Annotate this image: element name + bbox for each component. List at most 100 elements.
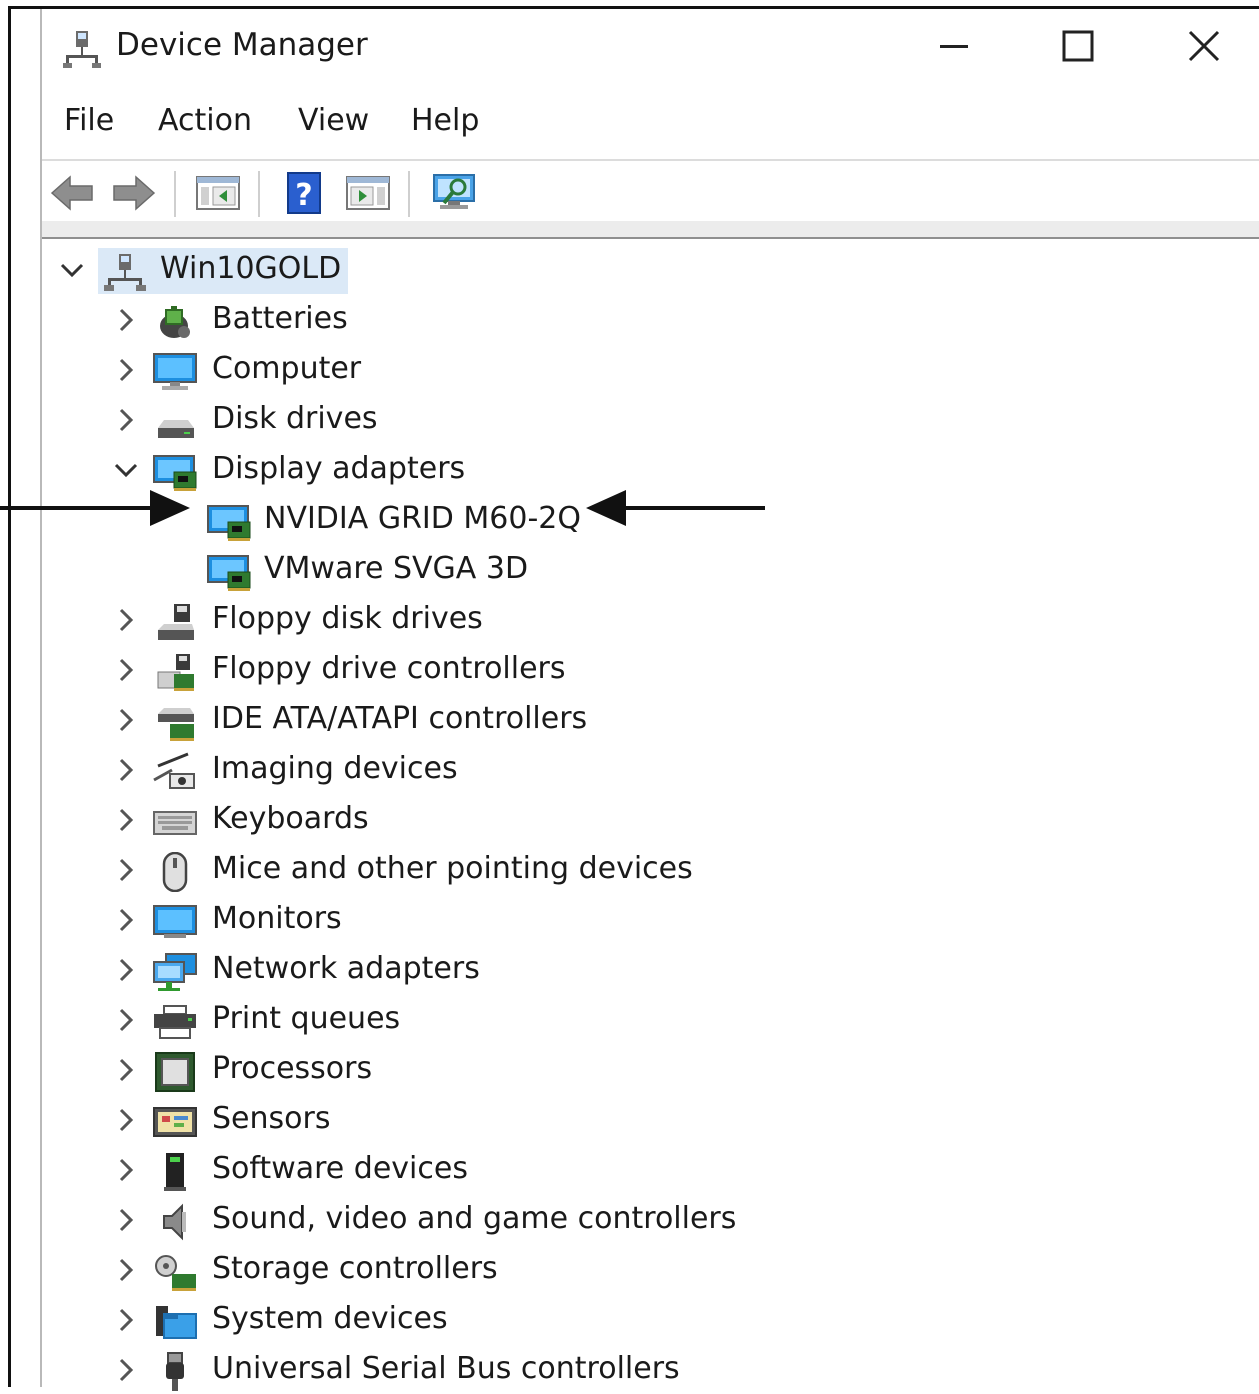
svg-text:?: ?: [295, 178, 312, 213]
tree-item-sound-video-game[interactable]: Sound, video and game controllers: [42, 1196, 1259, 1244]
toolbar-separator: [174, 171, 176, 217]
tree-item-label: Universal Serial Bus controllers: [212, 1351, 680, 1386]
tree-device-label: VMware SVGA 3D: [264, 551, 529, 586]
system-folder-icon: [156, 1306, 197, 1339]
chevron-right-icon[interactable]: [110, 304, 142, 336]
arrow-pointing-left-icon: [586, 490, 765, 526]
display-adapter-icon: [207, 555, 251, 591]
tree-item-processors[interactable]: Processors: [42, 1046, 1259, 1094]
tree-item-ide-controllers[interactable]: IDE ATA/ATAPI controllers: [42, 696, 1259, 744]
processor-icon: [155, 1052, 195, 1092]
tree-item-network-adapters[interactable]: Network adapters: [42, 946, 1259, 994]
show-hide-console-tree-button[interactable]: [194, 169, 242, 217]
tree-item-disk-drives[interactable]: Disk drives: [42, 396, 1259, 444]
menu-file[interactable]: File: [62, 101, 116, 141]
scan-hardware-changes-icon: [433, 174, 475, 209]
monitor-icon: [153, 905, 197, 938]
maximize-icon: [1062, 30, 1094, 62]
minimize-button[interactable]: [924, 21, 984, 71]
chevron-right-icon[interactable]: [110, 354, 142, 386]
tree-item-floppy-drive-controllers[interactable]: Floppy drive controllers: [42, 646, 1259, 694]
device-manager-window: Device Manager File Action View Help ? W…: [40, 9, 1259, 1391]
tree-item-label: Floppy drive controllers: [212, 651, 566, 686]
close-icon: [1188, 30, 1220, 62]
menu-bar: File Action View Help: [42, 95, 1259, 145]
tree-item-label: Keyboards: [212, 801, 369, 836]
disk-drive-icon: [158, 420, 194, 438]
tree-item-label: Print queues: [212, 1001, 401, 1036]
tree-item-storage-controllers[interactable]: Storage controllers: [42, 1246, 1259, 1294]
device-tree: Win10GOLD Batteries Computer Disk drives…: [42, 240, 1259, 1391]
computer-monitor-icon: [153, 353, 197, 390]
usb-icon: [166, 1352, 184, 1391]
tree-item-label: Display adapters: [212, 451, 466, 486]
chevron-right-icon[interactable]: [110, 1304, 142, 1336]
chevron-right-icon[interactable]: [110, 1204, 142, 1236]
help-button[interactable]: ?: [280, 169, 328, 217]
forward-button[interactable]: [110, 169, 158, 217]
menu-view[interactable]: View: [296, 101, 371, 141]
close-button[interactable]: [1174, 21, 1234, 71]
computer-network-icon: [104, 254, 146, 291]
tree-item-label: Disk drives: [212, 401, 378, 436]
chevron-right-icon[interactable]: [110, 1254, 142, 1286]
back-button[interactable]: [48, 169, 96, 217]
tree-item-label: Monitors: [212, 901, 342, 936]
chevron-right-icon[interactable]: [110, 1104, 142, 1136]
tree-device-vmware-svga[interactable]: VMware SVGA 3D: [42, 546, 1259, 594]
tree-item-software-devices[interactable]: Software devices: [42, 1146, 1259, 1194]
tree-item-floppy-disk-drives[interactable]: Floppy disk drives: [42, 596, 1259, 644]
tree-item-batteries[interactable]: Batteries: [42, 296, 1259, 344]
ide-controller-icon: [158, 708, 194, 741]
sensor-icon: [153, 1107, 197, 1137]
chevron-right-icon[interactable]: [110, 1054, 142, 1086]
chevron-right-icon[interactable]: [110, 604, 142, 636]
tree-item-imaging-devices[interactable]: Imaging devices: [42, 746, 1259, 794]
tree-item-mice[interactable]: Mice and other pointing devices: [42, 846, 1259, 894]
battery-icon: [160, 306, 190, 338]
chevron-right-icon[interactable]: [110, 954, 142, 986]
chevron-right-icon[interactable]: [110, 404, 142, 436]
menu-help[interactable]: Help: [409, 101, 481, 141]
properties-button[interactable]: [344, 169, 392, 217]
menu-action[interactable]: Action: [156, 101, 254, 141]
arrow-pointing-right-icon: [0, 490, 190, 526]
window-title: Device Manager: [116, 27, 368, 63]
tree-item-label: IDE ATA/ATAPI controllers: [212, 701, 588, 736]
chevron-right-icon[interactable]: [110, 754, 142, 786]
tree-root[interactable]: Win10GOLD: [42, 246, 1259, 294]
forward-arrow-icon: [113, 175, 156, 211]
tree-item-monitors[interactable]: Monitors: [42, 896, 1259, 944]
chevron-right-icon[interactable]: [110, 804, 142, 836]
title-bar[interactable]: Device Manager: [42, 9, 1259, 87]
help-icon: ?: [287, 172, 321, 214]
chevron-right-icon[interactable]: [110, 1004, 142, 1036]
show-hide-console-tree-icon: [196, 176, 240, 210]
tree-item-keyboards[interactable]: Keyboards: [42, 796, 1259, 844]
scan-hardware-changes-button[interactable]: [430, 169, 478, 217]
maximize-button[interactable]: [1048, 21, 1108, 71]
tree-item-print-queues[interactable]: Print queues: [42, 996, 1259, 1044]
tree-item-system-devices[interactable]: System devices: [42, 1296, 1259, 1344]
chevron-right-icon[interactable]: [110, 1154, 142, 1186]
computer-network-icon: [63, 31, 101, 68]
chevron-right-icon[interactable]: [110, 654, 142, 686]
chevron-right-icon[interactable]: [110, 904, 142, 936]
printer-icon: [154, 1005, 196, 1039]
tree-item-sensors[interactable]: Sensors: [42, 1096, 1259, 1144]
tree-device-label: NVIDIA GRID M60-2Q: [264, 501, 581, 536]
chevron-right-icon[interactable]: [110, 704, 142, 736]
tree-item-computer[interactable]: Computer: [42, 346, 1259, 394]
chevron-right-icon[interactable]: [110, 854, 142, 886]
chevron-right-icon[interactable]: [110, 1354, 142, 1386]
camera-icon: [153, 752, 195, 789]
figure-frame-left: [8, 6, 11, 1387]
tree-item-label: Batteries: [212, 301, 348, 336]
software-device-icon: [164, 1153, 186, 1191]
tree-item-label: Computer: [212, 351, 362, 386]
tree-item-label: System devices: [212, 1301, 448, 1336]
chevron-down-icon[interactable]: [56, 254, 88, 286]
minimize-icon: [940, 45, 968, 48]
toolbar: ?: [42, 159, 1259, 221]
tree-root-label: Win10GOLD: [160, 251, 342, 286]
